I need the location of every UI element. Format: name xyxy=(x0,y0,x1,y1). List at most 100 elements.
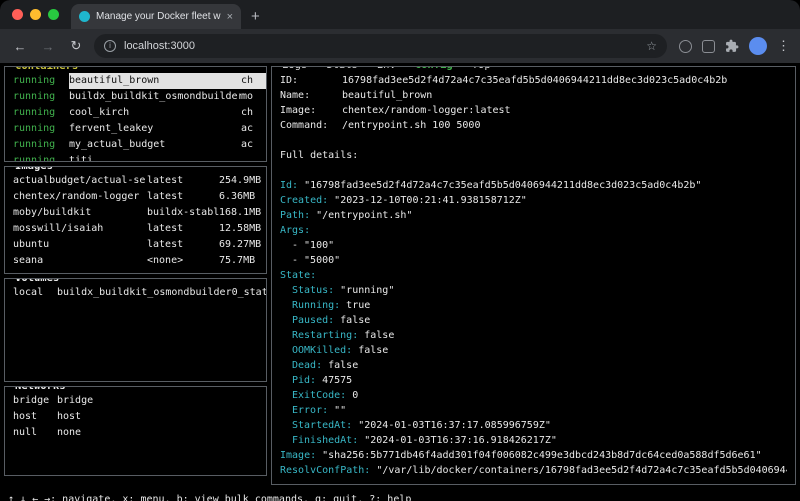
detail-value: "16798fad3ee5d2f4d72a4c7c35eafd5b5d04069… xyxy=(304,178,701,193)
network-name: bridge xyxy=(13,393,57,409)
container-row[interactable]: running buildx_buildkit_osmondbuilder0 m… xyxy=(5,89,266,105)
detail-value: "running" xyxy=(340,283,394,298)
container-image-short: ac xyxy=(241,137,266,153)
toolbar-right-icons: ⋮ xyxy=(675,37,790,55)
new-tab-button[interactable]: + xyxy=(251,9,260,24)
close-window-button[interactable] xyxy=(12,9,23,20)
detail-value: 0 xyxy=(352,388,358,403)
maximize-window-button[interactable] xyxy=(48,9,59,20)
inspector-tabs: LogsStatsEnvConfigTop xyxy=(278,66,495,71)
detail-key: Dead: xyxy=(292,358,322,373)
container-image-short: mo xyxy=(241,89,266,105)
detail-key: Status: xyxy=(292,283,334,298)
network-row[interactable]: host host xyxy=(5,409,266,425)
tab-close-icon[interactable]: × xyxy=(227,11,233,23)
container-status: running xyxy=(13,89,69,105)
inspector-panel: LogsStatsEnvConfigTop ID: 16798fad3ee5d2… xyxy=(271,66,796,485)
image-row[interactable]: chentex/random-logger latest 6.36MB xyxy=(5,189,266,205)
container-name: my_actual_budget xyxy=(69,137,241,153)
detail-value: "/var/lib/docker/containers/16798fad3ee5… xyxy=(376,463,787,478)
image-name: mosswill/isaiah xyxy=(13,221,147,237)
summary-key: Image: xyxy=(280,103,342,118)
config-detail-line: Dead: false xyxy=(280,358,787,373)
detail-value: "/entrypoint.sh" xyxy=(316,208,412,223)
image-row[interactable]: mosswill/isaiah latest 12.58MB xyxy=(5,221,266,237)
container-name: fervent_leakey xyxy=(69,121,241,137)
config-detail-line: Id: "16798fad3ee5d2f4d72a4c7c35eafd5b5d0… xyxy=(280,178,787,193)
minimize-window-button[interactable] xyxy=(30,9,41,20)
network-name: host xyxy=(13,409,57,425)
tab-stats[interactable]: Stats xyxy=(307,66,358,71)
extensions-puzzle-icon[interactable] xyxy=(725,39,739,53)
browser-menu-icon[interactable]: ⋮ xyxy=(777,38,790,54)
container-image-short: ch xyxy=(241,105,266,121)
tab-config[interactable]: Config xyxy=(396,66,453,71)
config-detail-line: Running: true xyxy=(280,298,787,313)
image-size: 75.7MB xyxy=(219,253,266,269)
config-detail-line: Created: "2023-12-10T00:21:41.938158712Z… xyxy=(280,193,787,208)
container-image-short: ac xyxy=(241,121,266,137)
image-size: 254.9MB xyxy=(219,173,266,189)
tab-title: Manage your Docker fleet w xyxy=(96,11,221,22)
image-row[interactable]: moby/buildkit buildx-stable-1 168.1MB xyxy=(5,205,266,221)
detail-key: Running: xyxy=(292,298,340,313)
container-name: cool_kirch xyxy=(69,105,241,121)
images-panel-title: Images xyxy=(11,166,57,172)
network-row[interactable]: null none xyxy=(5,425,266,441)
containers-list: running beautiful_brown ch running build… xyxy=(5,67,266,161)
browser-tab[interactable]: Manage your Docker fleet w × xyxy=(71,4,241,29)
image-name: ubuntu xyxy=(13,237,147,253)
image-row[interactable]: seana <none> 75.7MB xyxy=(5,253,266,269)
image-tag: <none> xyxy=(147,253,219,269)
tab-logs[interactable]: Logs xyxy=(282,66,307,71)
config-summary-line: ID: 16798fad3ee5d2f4d72a4c7c35eafd5b5d04… xyxy=(280,73,787,88)
config-detail-line: FinishedAt: "2024-01-03T16:37:16.9184262… xyxy=(280,433,787,448)
container-name: buildx_buildkit_osmondbuilder0 xyxy=(69,89,241,105)
detail-value: "2023-12-10T00:21:41.938158712Z" xyxy=(334,193,527,208)
volume-driver: local xyxy=(13,285,57,301)
site-info-icon[interactable]: i xyxy=(104,40,116,52)
config-detail-line: State: xyxy=(280,268,787,283)
container-row[interactable]: running my_actual_budget ac xyxy=(5,137,266,153)
tab-strip: Manage your Docker fleet w × + xyxy=(0,0,800,29)
address-bar[interactable]: i localhost:3000 ☆ xyxy=(94,34,667,58)
forward-button[interactable]: → xyxy=(38,39,58,54)
image-size: 168.1MB xyxy=(219,205,266,221)
container-name: beautiful_brown xyxy=(69,73,241,89)
image-tag: latest xyxy=(147,221,219,237)
detail-value: - "5000" xyxy=(292,253,340,268)
images-panel: Images actualbudget/actual-server latest… xyxy=(4,166,267,274)
detail-value: false xyxy=(358,343,388,358)
extension-icon-1[interactable] xyxy=(679,40,692,53)
container-status: running xyxy=(13,137,69,153)
volume-name: buildx_buildkit_osmondbuilder0_state xyxy=(57,285,266,301)
detail-key: State: xyxy=(280,268,316,283)
reload-button[interactable]: ↻ xyxy=(66,38,86,54)
detail-value: false xyxy=(328,358,358,373)
detail-key: Id: xyxy=(280,178,298,193)
container-row[interactable]: running cool_kirch ch xyxy=(5,105,266,121)
image-row[interactable]: actualbudget/actual-server latest 254.9M… xyxy=(5,173,266,189)
tab-env[interactable]: Env xyxy=(358,66,396,71)
config-summary-line: Name: beautiful_brown xyxy=(280,88,787,103)
config-detail-line: ExitCode: 0 xyxy=(280,388,787,403)
networks-list: bridge bridge host host null none xyxy=(5,387,266,475)
container-row[interactable]: running beautiful_brown ch xyxy=(5,73,266,89)
url-text[interactable]: localhost:3000 xyxy=(124,40,638,52)
detail-key: Path: xyxy=(280,208,310,223)
networks-panel-title: Networks xyxy=(11,386,70,392)
config-detail-line: OOMKilled: false xyxy=(280,343,787,358)
back-button[interactable]: ← xyxy=(10,39,30,54)
network-driver: host xyxy=(57,409,266,425)
extension-icon-2[interactable] xyxy=(702,40,715,53)
bookmark-star-icon[interactable]: ☆ xyxy=(646,39,657,53)
image-row[interactable]: ubuntu latest 69.27MB xyxy=(5,237,266,253)
summary-value: beautiful_brown xyxy=(342,88,432,103)
tab-top[interactable]: Top xyxy=(453,66,491,71)
container-row[interactable]: running titi xyxy=(5,153,266,161)
volumes-panel: Volumes local buildx_buildkit_osmondbuil… xyxy=(4,278,267,382)
container-row[interactable]: running fervent_leakey ac xyxy=(5,121,266,137)
network-row[interactable]: bridge bridge xyxy=(5,393,266,409)
profile-avatar[interactable] xyxy=(749,37,767,55)
volume-row[interactable]: local buildx_buildkit_osmondbuilder0_sta… xyxy=(5,285,266,301)
